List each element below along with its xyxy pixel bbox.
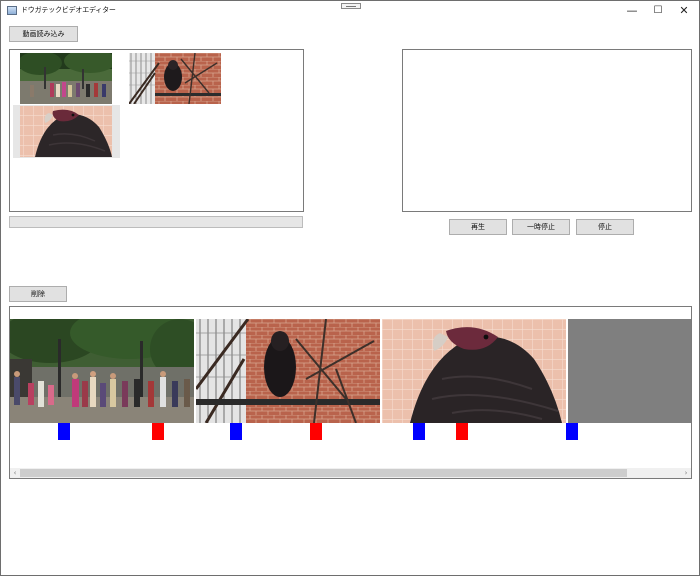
load-progress-bar	[9, 216, 303, 228]
minimize-icon: —	[626, 4, 638, 17]
red-marker[interactable]	[456, 423, 468, 440]
video-preview-panel	[402, 49, 692, 212]
media-thumb-closeup-selected[interactable]	[13, 105, 120, 158]
media-thumb-crowd[interactable]	[20, 53, 112, 104]
blue-marker[interactable]	[566, 423, 578, 440]
play-button[interactable]: 再生	[449, 219, 507, 235]
pause-button[interactable]: 一時停止	[512, 219, 570, 235]
maximize-icon: ☐	[653, 5, 663, 16]
timeline-horizontal-scrollbar[interactable]: ‹ ›	[10, 468, 691, 478]
window-title: ドウガテックビデオエディター	[21, 6, 116, 14]
timeline-frame-closeup[interactable]	[382, 319, 566, 423]
maximize-button[interactable]: ☐	[645, 1, 671, 21]
cage-frame-image	[196, 319, 380, 423]
timeline-frame-crowd[interactable]	[10, 319, 194, 423]
closeup-frame-image	[382, 319, 566, 423]
scroll-left-icon[interactable]: ‹	[10, 468, 20, 478]
cage-thumbnail-image	[129, 53, 221, 104]
blue-marker[interactable]	[58, 423, 70, 440]
media-bin	[9, 49, 304, 212]
red-marker[interactable]	[152, 423, 164, 440]
app-window: ドウガテックビデオエディター — ☐ ✕ 動画読み込み 再生 一時停止 停止 削…	[0, 0, 700, 576]
timeline-frame-cage[interactable]	[196, 319, 380, 423]
close-icon: ✕	[679, 4, 689, 17]
closeup-thumbnail-image	[13, 105, 120, 158]
timeline-panel: ‹ ›	[9, 306, 692, 479]
delete-button[interactable]: 削除	[9, 286, 67, 302]
red-marker[interactable]	[310, 423, 322, 440]
blue-marker[interactable]	[230, 423, 242, 440]
title-bar: ドウガテックビデオエディター — ☐ ✕	[1, 1, 699, 21]
minimize-button[interactable]: —	[619, 1, 645, 21]
app-icon	[7, 6, 17, 15]
drag-grip-handle[interactable]	[341, 3, 361, 9]
close-button[interactable]: ✕	[671, 1, 697, 21]
load-video-button[interactable]: 動画読み込み	[9, 26, 78, 42]
scrollbar-thumb[interactable]	[20, 469, 627, 477]
crowd-thumbnail-image	[20, 53, 112, 104]
timeline-frame-empty	[568, 319, 691, 423]
stop-button[interactable]: 停止	[576, 219, 634, 235]
blue-marker[interactable]	[413, 423, 425, 440]
media-thumb-cage[interactable]	[129, 53, 221, 104]
crowd-frame-image	[10, 319, 194, 423]
scroll-right-icon[interactable]: ›	[681, 468, 691, 478]
